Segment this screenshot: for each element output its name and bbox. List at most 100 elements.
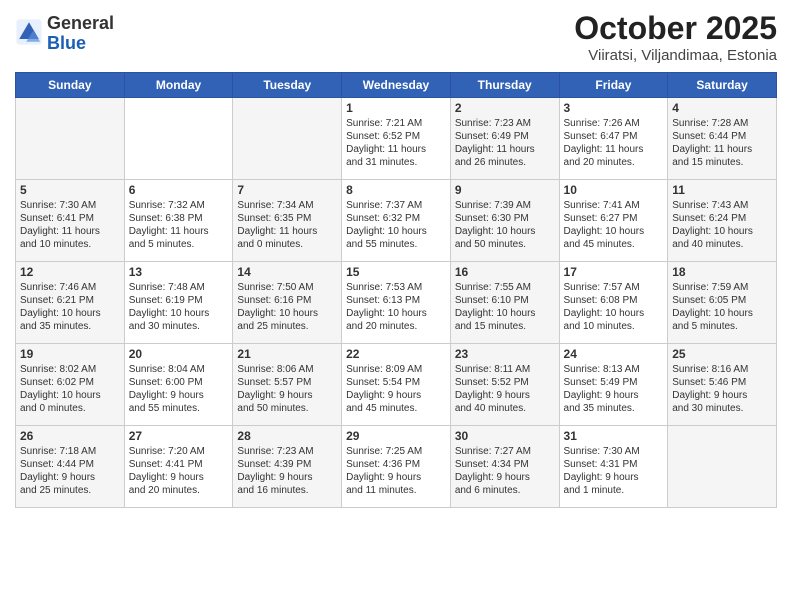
calendar-cell: 9Sunrise: 7:39 AMSunset: 6:30 PMDaylight… bbox=[450, 180, 559, 262]
day-number: 15 bbox=[346, 265, 446, 279]
day-info-line: Sunrise: 8:11 AM bbox=[455, 363, 555, 376]
day-number: 2 bbox=[455, 101, 555, 115]
day-number: 12 bbox=[20, 265, 120, 279]
day-info-line: Sunset: 6:27 PM bbox=[564, 212, 664, 225]
day-info-line: and 15 minutes. bbox=[455, 320, 555, 333]
day-info-line: Sunrise: 7:26 AM bbox=[564, 117, 664, 130]
day-info-line: Sunset: 5:46 PM bbox=[672, 376, 772, 389]
day-info-line: Daylight: 10 hours bbox=[346, 225, 446, 238]
day-info-line: and 45 minutes. bbox=[346, 402, 446, 415]
day-info-line: and 0 minutes. bbox=[20, 402, 120, 415]
day-info-line: Sunrise: 7:50 AM bbox=[237, 281, 337, 294]
day-info-line: and 35 minutes. bbox=[564, 402, 664, 415]
day-info-line: Daylight: 9 hours bbox=[455, 471, 555, 484]
day-info-line: Sunset: 6:44 PM bbox=[672, 130, 772, 143]
day-info-line: Sunset: 4:44 PM bbox=[20, 458, 120, 471]
day-info-line: and 25 minutes. bbox=[20, 484, 120, 497]
day-info-line: Daylight: 9 hours bbox=[237, 471, 337, 484]
day-info-line: Sunrise: 7:48 AM bbox=[129, 281, 229, 294]
day-info-line: Sunrise: 8:13 AM bbox=[564, 363, 664, 376]
day-info-line: Daylight: 10 hours bbox=[672, 307, 772, 320]
day-number: 26 bbox=[20, 429, 120, 443]
day-number: 21 bbox=[237, 347, 337, 361]
day-info-line: Sunset: 6:10 PM bbox=[455, 294, 555, 307]
calendar-cell: 18Sunrise: 7:59 AMSunset: 6:05 PMDayligh… bbox=[668, 262, 777, 344]
day-info-line: Sunset: 5:49 PM bbox=[564, 376, 664, 389]
calendar-cell: 8Sunrise: 7:37 AMSunset: 6:32 PMDaylight… bbox=[342, 180, 451, 262]
calendar-cell: 13Sunrise: 7:48 AMSunset: 6:19 PMDayligh… bbox=[124, 262, 233, 344]
calendar-cell: 22Sunrise: 8:09 AMSunset: 5:54 PMDayligh… bbox=[342, 344, 451, 426]
day-number: 24 bbox=[564, 347, 664, 361]
day-info-line: Daylight: 10 hours bbox=[346, 307, 446, 320]
calendar-cell: 10Sunrise: 7:41 AMSunset: 6:27 PMDayligh… bbox=[559, 180, 668, 262]
day-info-line: Sunset: 6:02 PM bbox=[20, 376, 120, 389]
day-info-line: and 31 minutes. bbox=[346, 156, 446, 169]
day-number: 27 bbox=[129, 429, 229, 443]
day-info-line: and 0 minutes. bbox=[237, 238, 337, 251]
day-info-line: Sunrise: 7:18 AM bbox=[20, 445, 120, 458]
day-info-line: Sunset: 6:47 PM bbox=[564, 130, 664, 143]
day-number: 7 bbox=[237, 183, 337, 197]
calendar-cell: 26 Sunrise: 7:18 AMSunset: 4:44 PMDayligh… bbox=[16, 426, 125, 508]
calendar-cell bbox=[668, 426, 777, 508]
day-info-line: and 40 minutes. bbox=[672, 238, 772, 251]
day-info-line: Daylight: 11 hours bbox=[129, 225, 229, 238]
day-info-line: and 6 minutes. bbox=[455, 484, 555, 497]
day-info-line: Sunset: 5:52 PM bbox=[455, 376, 555, 389]
day-number: 19 bbox=[20, 347, 120, 361]
day-info-line: Sunset: 4:34 PM bbox=[455, 458, 555, 471]
day-info-line: Sunset: 6:05 PM bbox=[672, 294, 772, 307]
calendar-cell bbox=[124, 98, 233, 180]
header-sunday: Sunday bbox=[16, 73, 125, 98]
calendar-cell: 1Sunrise: 7:21 AMSunset: 6:52 PMDaylight… bbox=[342, 98, 451, 180]
calendar-cell: 24Sunrise: 8:13 AMSunset: 5:49 PMDayligh… bbox=[559, 344, 668, 426]
day-info-line: Daylight: 10 hours bbox=[672, 225, 772, 238]
day-info-line: Sunset: 6:08 PM bbox=[564, 294, 664, 307]
day-info-line: and 55 minutes. bbox=[129, 402, 229, 415]
calendar-cell: 25Sunrise: 8:16 AMSunset: 5:46 PMDayligh… bbox=[668, 344, 777, 426]
day-info-line: and 15 minutes. bbox=[672, 156, 772, 169]
calendar-cell: 7Sunrise: 7:34 AMSunset: 6:35 PMDaylight… bbox=[233, 180, 342, 262]
day-info-line: Daylight: 9 hours bbox=[20, 471, 120, 484]
day-number: 17 bbox=[564, 265, 664, 279]
day-number: 10 bbox=[564, 183, 664, 197]
calendar-cell: 30 Sunrise: 7:27 AMSunset: 4:34 PMDayligh… bbox=[450, 426, 559, 508]
calendar-cell: 11Sunrise: 7:43 AMSunset: 6:24 PMDayligh… bbox=[668, 180, 777, 262]
day-info-line: and 10 minutes. bbox=[564, 320, 664, 333]
day-info-line: Sunrise: 8:16 AM bbox=[672, 363, 772, 376]
day-number: 20 bbox=[129, 347, 229, 361]
day-info-line: Daylight: 11 hours bbox=[672, 143, 772, 156]
calendar-cell: 17Sunrise: 7:57 AMSunset: 6:08 PMDayligh… bbox=[559, 262, 668, 344]
calendar-cell bbox=[233, 98, 342, 180]
day-info-line: and 55 minutes. bbox=[346, 238, 446, 251]
day-info-line: Sunrise: 7:34 AM bbox=[237, 199, 337, 212]
day-info-line: and 20 minutes. bbox=[564, 156, 664, 169]
day-info-line: and 25 minutes. bbox=[237, 320, 337, 333]
day-info-line: Sunset: 6:35 PM bbox=[237, 212, 337, 225]
day-info-line: Sunrise: 7:53 AM bbox=[346, 281, 446, 294]
calendar-cell: 21Sunrise: 8:06 AMSunset: 5:57 PMDayligh… bbox=[233, 344, 342, 426]
day-info-line: and 20 minutes. bbox=[129, 484, 229, 497]
day-info-line: Sunset: 6:00 PM bbox=[129, 376, 229, 389]
day-info-line: Sunrise: 8:04 AM bbox=[129, 363, 229, 376]
calendar-cell: 12Sunrise: 7:46 AMSunset: 6:21 PMDayligh… bbox=[16, 262, 125, 344]
day-info-line: Sunrise: 7:46 AM bbox=[20, 281, 120, 294]
day-info-line: Daylight: 9 hours bbox=[346, 471, 446, 484]
header-tuesday: Tuesday bbox=[233, 73, 342, 98]
day-number: 30 bbox=[455, 429, 555, 443]
calendar-cell: 14Sunrise: 7:50 AMSunset: 6:16 PMDayligh… bbox=[233, 262, 342, 344]
day-info-line: Sunrise: 7:20 AM bbox=[129, 445, 229, 458]
day-number: 18 bbox=[672, 265, 772, 279]
day-info-line: and 20 minutes. bbox=[346, 320, 446, 333]
day-info-line: Daylight: 11 hours bbox=[564, 143, 664, 156]
day-info-line: Sunrise: 8:06 AM bbox=[237, 363, 337, 376]
day-info-line: Sunrise: 7:27 AM bbox=[455, 445, 555, 458]
day-info-line: Daylight: 11 hours bbox=[455, 143, 555, 156]
day-info-line: and 30 minutes. bbox=[129, 320, 229, 333]
calendar-table: Sunday Monday Tuesday Wednesday Thursday… bbox=[15, 72, 777, 508]
day-info-line: Daylight: 10 hours bbox=[237, 307, 337, 320]
day-number: 6 bbox=[129, 183, 229, 197]
day-info-line: Sunset: 6:16 PM bbox=[237, 294, 337, 307]
header-friday: Friday bbox=[559, 73, 668, 98]
calendar-cell: 6Sunrise: 7:32 AMSunset: 6:38 PMDaylight… bbox=[124, 180, 233, 262]
